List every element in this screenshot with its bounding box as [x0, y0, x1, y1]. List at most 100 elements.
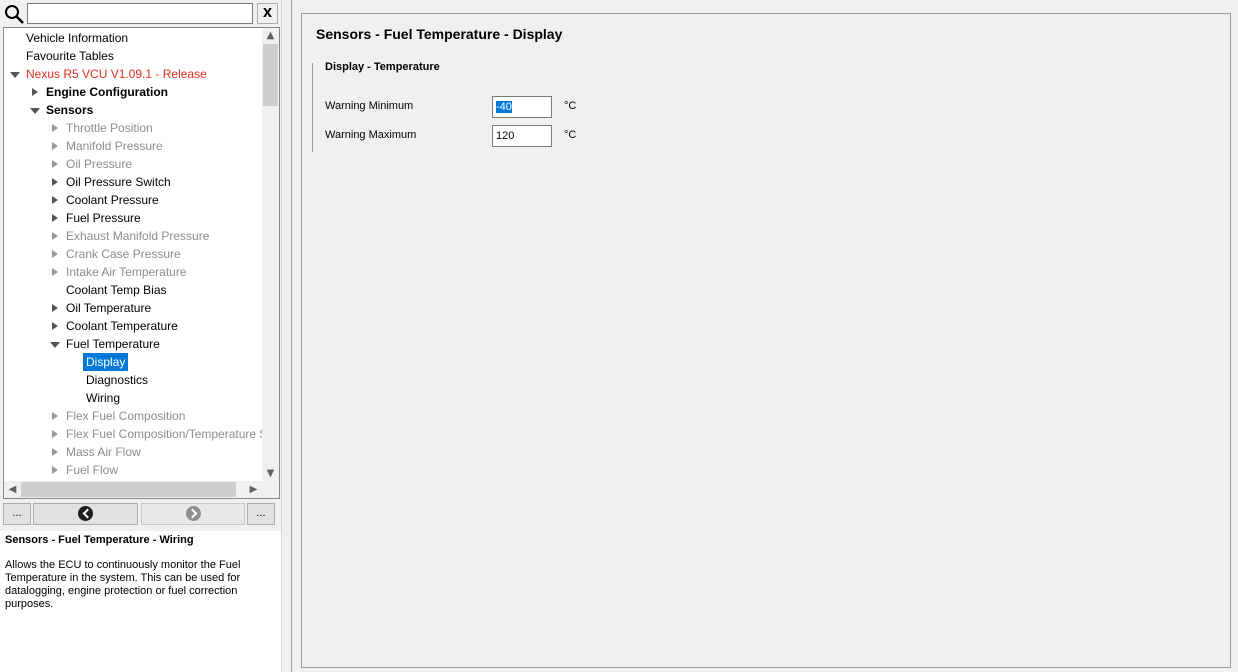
collapsed-arrow-icon[interactable]	[49, 173, 61, 191]
expanded-arrow-icon[interactable]	[29, 101, 41, 119]
more-left-button[interactable]: ...	[3, 503, 31, 525]
tree-item[interactable]: Oil Pressure Switch	[4, 173, 262, 191]
search-icon[interactable]	[3, 3, 25, 25]
tree-item[interactable]: Coolant Temp Bias	[4, 281, 262, 299]
tree-item-label: Nexus R5 VCU V1.09.1 - Release	[26, 67, 207, 81]
tree-item-label: Vehicle Information	[26, 31, 129, 45]
description-panel: Sensors - Fuel Temperature - Wiring Allo…	[0, 531, 281, 672]
more-right-button[interactable]: ...	[247, 503, 275, 525]
tree-item[interactable]: Fuel Flow	[4, 461, 262, 479]
page-title: Sensors - Fuel Temperature - Display	[316, 26, 563, 42]
tree-item[interactable]: Oil Pressure	[4, 155, 262, 173]
back-arrow-icon	[78, 506, 93, 521]
tree-item[interactable]: Sensors	[4, 101, 262, 119]
tree-item-label: Crank Case Pressure	[66, 247, 181, 261]
collapsed-arrow-icon[interactable]	[49, 407, 61, 425]
tree-item[interactable]: Mass Air Flow	[4, 443, 262, 461]
collapsed-arrow-icon[interactable]	[49, 461, 61, 479]
tree-item-label: Oil Pressure Switch	[66, 175, 171, 189]
tree-item-label: Favourite Tables	[26, 49, 114, 63]
tree-item[interactable]: Engine Configuration	[4, 83, 262, 101]
search-input[interactable]	[27, 3, 253, 24]
tree-item[interactable]: Favourite Tables	[4, 47, 262, 65]
forward-arrow-icon	[185, 506, 201, 521]
tree-item[interactable]: Coolant Pressure	[4, 191, 262, 209]
horizontal-scroll-thumb[interactable]	[21, 482, 236, 497]
tree-item-label: Wiring	[86, 391, 121, 405]
collapsed-arrow-icon[interactable]	[49, 119, 61, 137]
horizontal-scrollbar[interactable]: ◀ ▶	[4, 481, 262, 498]
warning-maximum-input[interactable]: 120	[492, 125, 552, 147]
tree-item-label: Fuel Pressure	[66, 211, 141, 225]
warning-minimum-unit: °C	[564, 100, 577, 112]
tree-item[interactable]: Nexus R5 VCU V1.09.1 - Release	[4, 65, 262, 83]
group-title: Display - Temperature	[325, 61, 440, 73]
tree-item-label: Oil Temperature	[66, 301, 152, 315]
forward-button[interactable]	[141, 503, 245, 525]
tree-item-label: Display	[83, 353, 129, 371]
scroll-left-icon[interactable]: ◀	[5, 482, 20, 497]
back-button[interactable]	[33, 503, 138, 525]
scroll-up-icon[interactable]: ▲	[263, 28, 278, 43]
expanded-arrow-icon[interactable]	[49, 335, 61, 353]
expanded-arrow-icon[interactable]	[9, 65, 21, 83]
tree-item-label: Oil Pressure	[66, 157, 133, 171]
tree-item-label: Manifold Pressure	[66, 139, 163, 153]
tree-item-label: Exhaust Manifold Pressure	[66, 229, 210, 243]
panel-splitter[interactable]	[281, 0, 292, 672]
tree-item-label: Engine Configuration	[46, 85, 168, 99]
collapsed-arrow-icon[interactable]	[49, 263, 61, 281]
tree-item[interactable]: Throttle Position	[4, 119, 262, 137]
scroll-corner	[262, 481, 279, 498]
description-body: Allows the ECU to continuously monitor t…	[5, 559, 241, 610]
tree-item-label: Flex Fuel Composition	[66, 409, 186, 423]
warning-minimum-label: Warning Minimum	[325, 100, 414, 112]
warning-maximum-value: 120	[496, 130, 515, 142]
collapsed-arrow-icon[interactable]	[49, 245, 61, 263]
main-panel: Sensors - Fuel Temperature - Display Dis…	[301, 13, 1231, 668]
vertical-scrollbar[interactable]: ▲ ▼	[262, 28, 279, 481]
tree-item[interactable]: Fuel Pressure	[4, 209, 262, 227]
collapsed-arrow-icon[interactable]	[49, 317, 61, 335]
tree-item[interactable]: Flex Fuel Composition	[4, 407, 262, 425]
tree-item-label: Diagnostics	[86, 373, 149, 387]
warning-maximum-unit: °C	[564, 129, 577, 141]
vertical-scroll-thumb[interactable]	[263, 44, 278, 106]
tree-item[interactable]: Vehicle Information	[4, 29, 262, 47]
tree-item-label: Coolant Temp Bias	[66, 283, 167, 297]
warning-minimum-input[interactable]: -40	[492, 96, 552, 118]
collapsed-arrow-icon[interactable]	[49, 155, 61, 173]
collapsed-arrow-icon[interactable]	[49, 227, 61, 245]
tree-item[interactable]: Fuel Temperature	[4, 335, 262, 353]
tree-item[interactable]: Crank Case Pressure	[4, 245, 262, 263]
tree-item[interactable]: Oil Temperature	[4, 299, 262, 317]
tree-item[interactable]: Exhaust Manifold Pressure	[4, 227, 262, 245]
tree-item-label: Flex Fuel Composition/Temperature Sensor	[66, 427, 262, 441]
tree-content: Vehicle Information Favourite Tables Nexus…	[4, 28, 262, 481]
collapsed-arrow-icon[interactable]	[49, 299, 61, 317]
collapsed-arrow-icon[interactable]	[49, 425, 61, 443]
collapsed-arrow-icon[interactable]	[29, 83, 41, 101]
collapsed-arrow-icon[interactable]	[49, 209, 61, 227]
collapsed-arrow-icon[interactable]	[49, 443, 61, 461]
tree-item[interactable]: Display	[4, 353, 262, 371]
navigation-panel: X Vehicle Information Favourite Tables Nex…	[0, 0, 281, 672]
scroll-down-icon[interactable]: ▼	[263, 466, 278, 481]
collapsed-arrow-icon[interactable]	[49, 191, 61, 209]
tree-item[interactable]: Coolant Temperature	[4, 317, 262, 335]
tree-item[interactable]: Manifold Pressure	[4, 137, 262, 155]
description-title: Sensors - Fuel Temperature - Wiring	[5, 534, 194, 546]
tree-item[interactable]: Wiring	[4, 389, 262, 407]
clear-search-button[interactable]: X	[257, 3, 278, 24]
tree-item-label: Fuel Temperature	[66, 337, 160, 351]
tree-item[interactable]: Intake Air Temperature	[4, 263, 262, 281]
tree-item-label: Throttle Position	[66, 121, 153, 135]
tree-item[interactable]: Diagnostics	[4, 371, 262, 389]
scroll-right-icon[interactable]: ▶	[246, 482, 261, 497]
tree-item-label: Sensors	[46, 103, 94, 117]
tree-item[interactable]: Flex Fuel Composition/Temperature Sensor	[4, 425, 262, 443]
tree-item-label: Intake Air Temperature	[66, 265, 187, 279]
tree-view[interactable]: Vehicle Information Favourite Tables Nexus…	[3, 27, 280, 499]
tree-item-label: Coolant Temperature	[66, 319, 178, 333]
collapsed-arrow-icon[interactable]	[49, 137, 61, 155]
